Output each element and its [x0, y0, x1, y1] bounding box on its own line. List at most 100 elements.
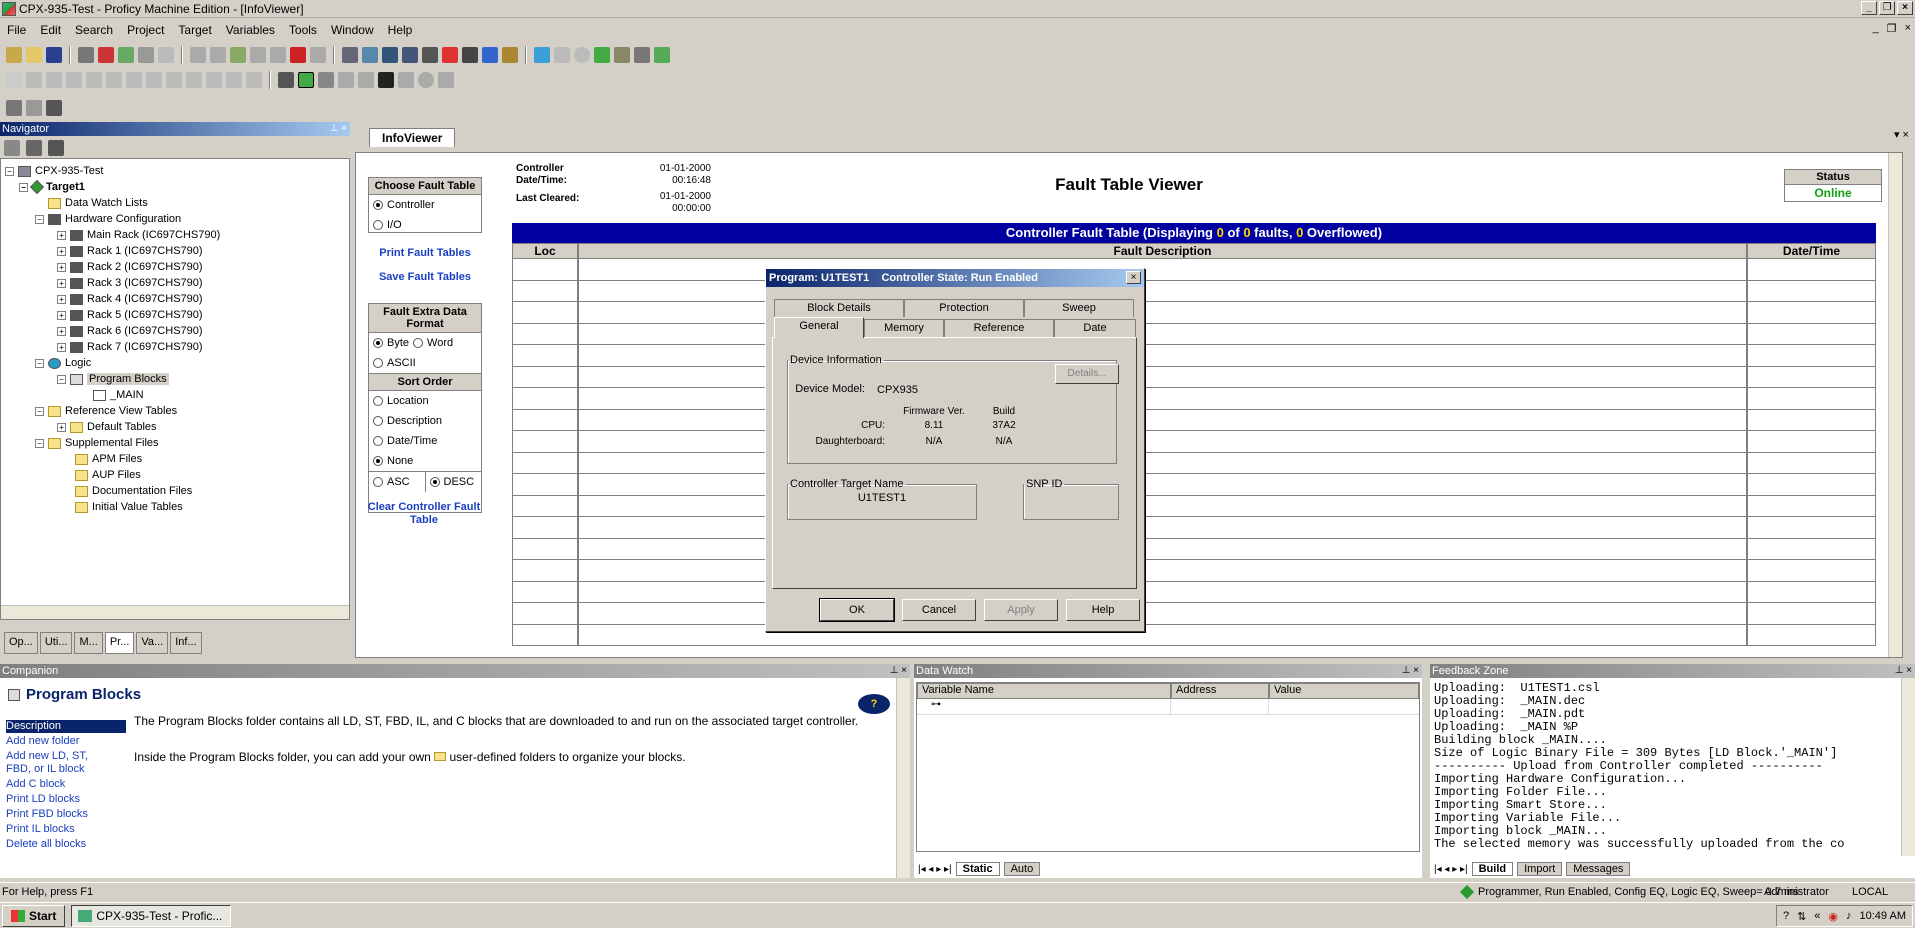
- tree-data-watch-lists[interactable]: Data Watch Lists: [48, 195, 148, 211]
- print-fault-tables-link[interactable]: Print Fault Tables: [368, 247, 482, 259]
- run-icon[interactable]: [338, 72, 354, 88]
- radio-description[interactable]: Description: [369, 411, 481, 431]
- link-add-c-block[interactable]: Add C block: [6, 778, 126, 791]
- fault-table-row[interactable]: [512, 345, 1876, 367]
- function-icon[interactable]: [146, 72, 162, 88]
- help-tray-icon[interactable]: ?: [1783, 910, 1789, 922]
- rung-icon[interactable]: [246, 72, 262, 88]
- fault-table-row[interactable]: [512, 474, 1876, 496]
- mdi-restore-button[interactable]: ❐: [1887, 22, 1897, 35]
- tree-rack-5[interactable]: + Rack 5 (IC697CHS790): [57, 307, 203, 323]
- tab-messages[interactable]: Messages: [1566, 862, 1631, 876]
- download-icon[interactable]: [118, 47, 134, 63]
- radio-controller[interactable]: Controller: [369, 195, 481, 215]
- branch-icon[interactable]: [206, 72, 222, 88]
- tree-initial-value-tables[interactable]: Initial Value Tables: [75, 499, 183, 515]
- tab-reference[interactable]: Reference: [944, 319, 1054, 337]
- menu-variables[interactable]: Variables: [219, 23, 282, 37]
- inspector-icon[interactable]: [362, 47, 378, 63]
- stop-icon[interactable]: [574, 47, 590, 63]
- tree-rack-4[interactable]: + Rack 4 (IC697CHS790): [57, 291, 203, 307]
- back-icon[interactable]: [534, 47, 550, 63]
- star-icon[interactable]: [482, 47, 498, 63]
- run-outputs-disabled-icon[interactable]: [358, 72, 374, 88]
- tree-main-block[interactable]: _MAIN: [93, 387, 144, 403]
- col-variable-name[interactable]: Variable Name: [917, 683, 1171, 699]
- nav-props-icon[interactable]: [26, 140, 42, 156]
- refresh-icon[interactable]: [594, 47, 610, 63]
- taskbar-item-proficy[interactable]: CPX-935-Test - Profic...: [71, 904, 232, 927]
- col-value[interactable]: Value: [1269, 683, 1419, 699]
- menu-help[interactable]: Help: [381, 23, 420, 37]
- nav-list-icon[interactable]: [4, 140, 20, 156]
- new-project-icon[interactable]: [6, 47, 22, 63]
- feedback-close-icon[interactable]: ⊥ ×: [1895, 664, 1912, 678]
- save-icon[interactable]: [46, 47, 62, 63]
- select-icon[interactable]: [6, 72, 22, 88]
- redo-icon[interactable]: [270, 47, 286, 63]
- fault-table-row[interactable]: [512, 517, 1876, 539]
- tree-logic[interactable]: − Logic: [35, 355, 91, 371]
- tree-default-tables[interactable]: + Default Tables: [57, 419, 157, 435]
- link-add-new-block[interactable]: Add new LD, ST, FBD, or IL block: [6, 750, 106, 776]
- window-title-bar[interactable]: CPX-935-Test - Proficy Machine Edition -…: [0, 0, 1915, 18]
- save-fault-tables-link[interactable]: Save Fault Tables: [368, 271, 482, 283]
- coil-neg-icon[interactable]: [86, 72, 102, 88]
- menu-tools[interactable]: Tools: [282, 23, 324, 37]
- link-delete-all-blocks[interactable]: Delete all blocks: [6, 838, 126, 851]
- radio-none[interactable]: None: [369, 451, 481, 471]
- fault-table-row[interactable]: [512, 409, 1876, 431]
- search-web-icon[interactable]: [654, 47, 670, 63]
- fault-table-row[interactable]: [512, 624, 1876, 646]
- nav-tab-utilities[interactable]: Uti...: [39, 632, 73, 654]
- tree-documentation-files[interactable]: Documentation Files: [75, 483, 192, 499]
- companion-close-icon[interactable]: ⊥ ×: [890, 664, 907, 678]
- tree-reference-view-tables[interactable]: − Reference View Tables: [35, 403, 177, 419]
- nav-horizontal-scrollbar[interactable]: [1, 605, 349, 619]
- col-datetime[interactable]: Date/Time: [1747, 243, 1876, 259]
- nav-tab-info[interactable]: Inf...: [170, 632, 202, 654]
- tab-date[interactable]: Date: [1054, 319, 1136, 337]
- fault-table-row[interactable]: [512, 388, 1876, 410]
- nav-view-icon[interactable]: [48, 140, 64, 156]
- nav-tab-project[interactable]: Pr...: [104, 632, 135, 654]
- feedback-scrollbar[interactable]: [1901, 678, 1915, 856]
- menu-project[interactable]: Project: [120, 23, 171, 37]
- variables-icon[interactable]: [502, 47, 518, 63]
- delete-icon[interactable]: [290, 47, 306, 63]
- restart-icon[interactable]: [418, 72, 434, 88]
- tab-import[interactable]: Import: [1517, 862, 1563, 876]
- tree-rack-main[interactable]: + Main Rack (IC697CHS790): [57, 227, 220, 243]
- menu-edit[interactable]: Edit: [33, 23, 68, 37]
- col-loc[interactable]: Loc: [512, 243, 578, 259]
- project-tree[interactable]: − CPX-935-Test − Target1 Data Watch Lists …: [0, 158, 350, 620]
- link-print-il-blocks[interactable]: Print IL blocks: [6, 823, 126, 836]
- help-icon[interactable]: ?: [858, 694, 890, 714]
- radio-io[interactable]: I/O: [369, 215, 481, 235]
- fault-table-row[interactable]: [512, 581, 1876, 603]
- menu-file[interactable]: File: [0, 23, 33, 37]
- close-button[interactable]: ×: [1897, 1, 1913, 15]
- col-fault-description[interactable]: Fault Description: [578, 243, 1747, 259]
- goto-icon[interactable]: [46, 100, 62, 116]
- tree-rack-6[interactable]: + Rack 6 (IC697CHS790): [57, 323, 203, 339]
- tree-rack-3[interactable]: + Rack 3 (IC697CHS790): [57, 275, 203, 291]
- radio-ascii[interactable]: ASCII: [369, 353, 481, 373]
- tab-protection[interactable]: Protection: [904, 299, 1024, 317]
- paste-icon[interactable]: [230, 47, 246, 63]
- radio-word[interactable]: Word: [409, 333, 453, 353]
- go-online-icon[interactable]: [278, 72, 294, 88]
- link-print-fbd-blocks[interactable]: Print FBD blocks: [6, 808, 126, 821]
- ok-button[interactable]: OK: [819, 598, 895, 622]
- toolchest-icon[interactable]: [442, 47, 458, 63]
- infoviewer-scrollbar[interactable]: [1888, 153, 1902, 657]
- comment-icon[interactable]: [226, 72, 242, 88]
- tab-build[interactable]: Build: [1471, 862, 1514, 876]
- print-page-icon[interactable]: [634, 47, 650, 63]
- radio-asc[interactable]: ASC: [369, 472, 425, 492]
- fault-table-row[interactable]: [512, 259, 1876, 281]
- tab-static[interactable]: Static: [955, 862, 1000, 876]
- tree-program-blocks[interactable]: − Program Blocks: [57, 371, 169, 387]
- dialog-close-button[interactable]: ×: [1126, 271, 1141, 284]
- nav-tab-variables[interactable]: Va...: [136, 632, 169, 654]
